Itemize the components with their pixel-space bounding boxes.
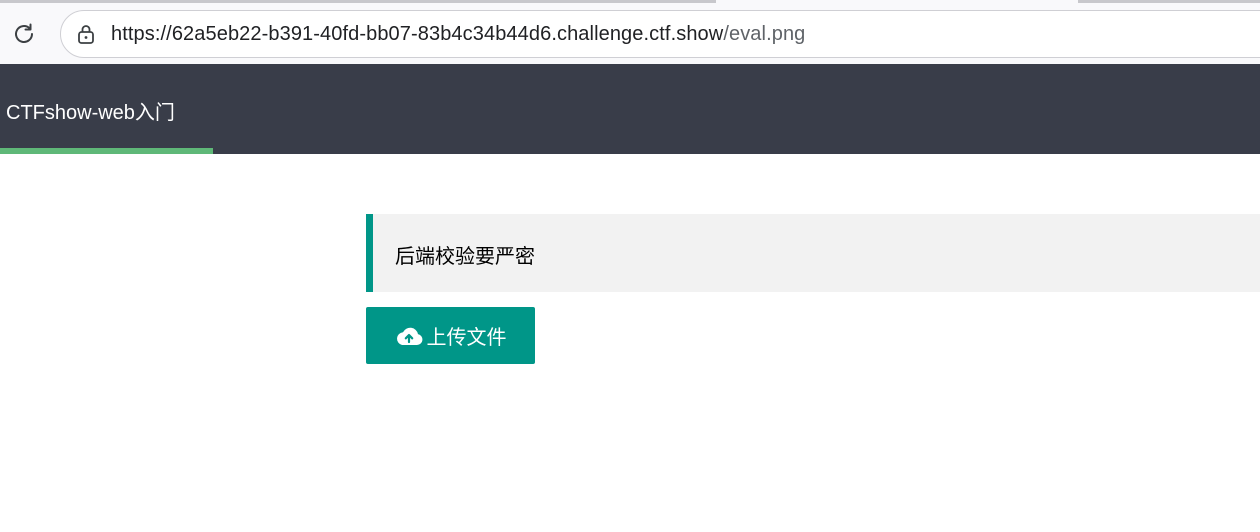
- tab-strip-edge: [1078, 0, 1260, 3]
- notice-quote: 后端校验要严密: [366, 214, 1260, 292]
- url-base: https://62a5eb22-b391-40fd-bb07-83b4c34b…: [111, 23, 724, 45]
- lock-icon[interactable]: [75, 23, 97, 45]
- nav-active-indicator: [0, 148, 213, 154]
- url-text[interactable]: https://62a5eb22-b391-40fd-bb07-83b4c34b…: [111, 23, 805, 46]
- url-path: /eval.png: [723, 23, 806, 45]
- upload-button-label: 上传文件: [426, 327, 507, 349]
- reload-icon: [15, 23, 33, 43]
- cloud-upload-icon: [396, 327, 422, 345]
- nav-item-label: CTFshow-web入门: [6, 102, 175, 124]
- nav-item-ctfshow-web[interactable]: CTFshow-web入门: [0, 64, 213, 154]
- reload-button[interactable]: [10, 20, 38, 48]
- browser-toolbar: https://62a5eb22-b391-40fd-bb07-83b4c34b…: [0, 0, 1260, 64]
- site-nav: CTFshow-web入门: [0, 64, 1260, 154]
- tab-strip-edge: [0, 0, 716, 3]
- notice-text: 后端校验要严密: [395, 246, 535, 268]
- upload-file-button[interactable]: 上传文件: [366, 307, 535, 364]
- address-bar[interactable]: https://62a5eb22-b391-40fd-bb07-83b4c34b…: [60, 10, 1260, 58]
